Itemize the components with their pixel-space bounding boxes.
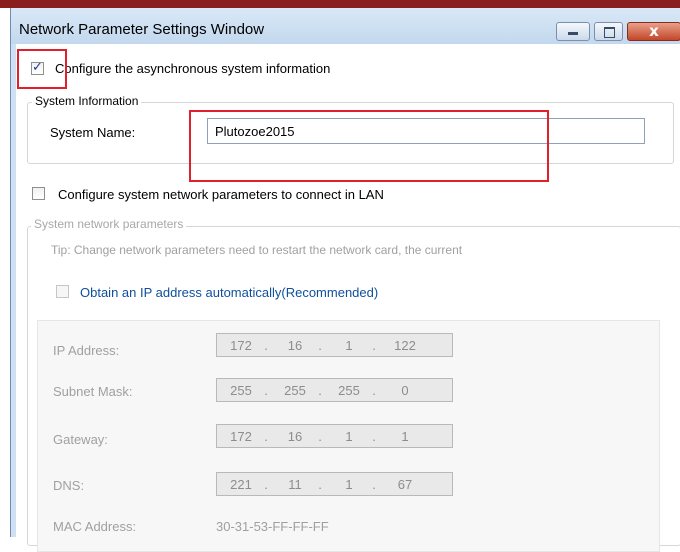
gateway-octet-1: 172 <box>230 429 252 444</box>
dns-octet-2: 11 <box>288 477 302 492</box>
maximize-icon <box>604 27 615 38</box>
close-button[interactable]: x <box>627 22 680 41</box>
gateway-field[interactable]: 172 . 16 . 1 . 1 <box>216 424 453 448</box>
dns-octet-3: 1 <box>345 477 353 492</box>
gateway-octet-4: 1 <box>401 429 409 444</box>
subnet-octet-1: 255 <box>230 383 252 398</box>
ip-dot: . <box>372 338 376 353</box>
dns-octet-4: 67 <box>397 477 413 492</box>
auto-ip-checkbox[interactable] <box>56 285 69 298</box>
system-name-label: System Name: <box>50 125 136 140</box>
gateway-octet-2: 16 <box>287 429 303 444</box>
gateway-label: Gateway: <box>53 432 108 447</box>
network-params-legend: System network parameters <box>31 217 187 231</box>
lan-config-label[interactable]: Configure system network parameters to c… <box>58 187 384 202</box>
dns-dot: . <box>318 477 322 492</box>
mac-address-value: 30-31-53-FF-FF-FF <box>216 519 329 534</box>
lan-config-checkbox[interactable] <box>32 187 45 200</box>
ip-address-label: IP Address: <box>53 343 120 358</box>
ip-octet-2: 16 <box>287 338 303 353</box>
gateway-dot: . <box>318 429 322 444</box>
restart-tip-text: Tip: Change network parameters need to r… <box>51 243 463 257</box>
subnet-octet-2: 255 <box>284 383 306 398</box>
async-config-label[interactable]: Configure the asynchronous system inform… <box>55 61 330 76</box>
subnet-octet-3: 255 <box>338 383 360 398</box>
network-settings-window: Network Parameter Settings Window x Conf… <box>10 8 680 552</box>
gateway-octet-3: 1 <box>345 429 353 444</box>
annotation-highlight-checkbox <box>17 49 67 89</box>
ip-octet-1: 172 <box>230 338 252 353</box>
mac-address-label: MAC Address: <box>53 519 137 534</box>
subnet-dot: . <box>264 383 268 398</box>
dialog-body: Configure the asynchronous system inform… <box>16 44 680 552</box>
ip-dot: . <box>318 338 322 353</box>
system-info-legend: System Information <box>32 94 142 108</box>
gateway-dot: . <box>264 429 268 444</box>
minimize-icon <box>568 32 578 35</box>
subnet-mask-label: Subnet Mask: <box>53 384 133 399</box>
gateway-dot: . <box>372 429 376 444</box>
subnet-octet-4: 0 <box>401 383 409 398</box>
minimize-button[interactable] <box>556 22 590 41</box>
dns-octet-1: 221 <box>230 477 252 492</box>
auto-ip-label[interactable]: Obtain an IP address automatically(Recom… <box>80 285 378 300</box>
ip-octet-4: 122 <box>394 338 416 353</box>
title-bar[interactable]: Network Parameter Settings Window x <box>11 8 680 44</box>
subnet-mask-field[interactable]: 255 . 255 . 255 . 0 <box>216 378 453 402</box>
maximize-button[interactable] <box>594 22 623 41</box>
ip-dot: . <box>264 338 268 353</box>
close-icon: x <box>649 22 659 40</box>
annotation-highlight-system-name <box>189 110 549 182</box>
dns-label: DNS: <box>53 478 85 493</box>
ip-address-field[interactable]: 172 . 16 . 1 . 122 <box>216 333 453 357</box>
top-edge-strip <box>0 0 680 8</box>
subnet-dot: . <box>372 383 376 398</box>
window-title: Network Parameter Settings Window <box>19 21 265 38</box>
dns-field[interactable]: 221 . 11 . 1 . 67 <box>216 472 453 496</box>
ip-octet-3: 1 <box>345 338 353 353</box>
dns-dot: . <box>264 477 268 492</box>
dns-dot: . <box>372 477 376 492</box>
subnet-dot: . <box>318 383 322 398</box>
